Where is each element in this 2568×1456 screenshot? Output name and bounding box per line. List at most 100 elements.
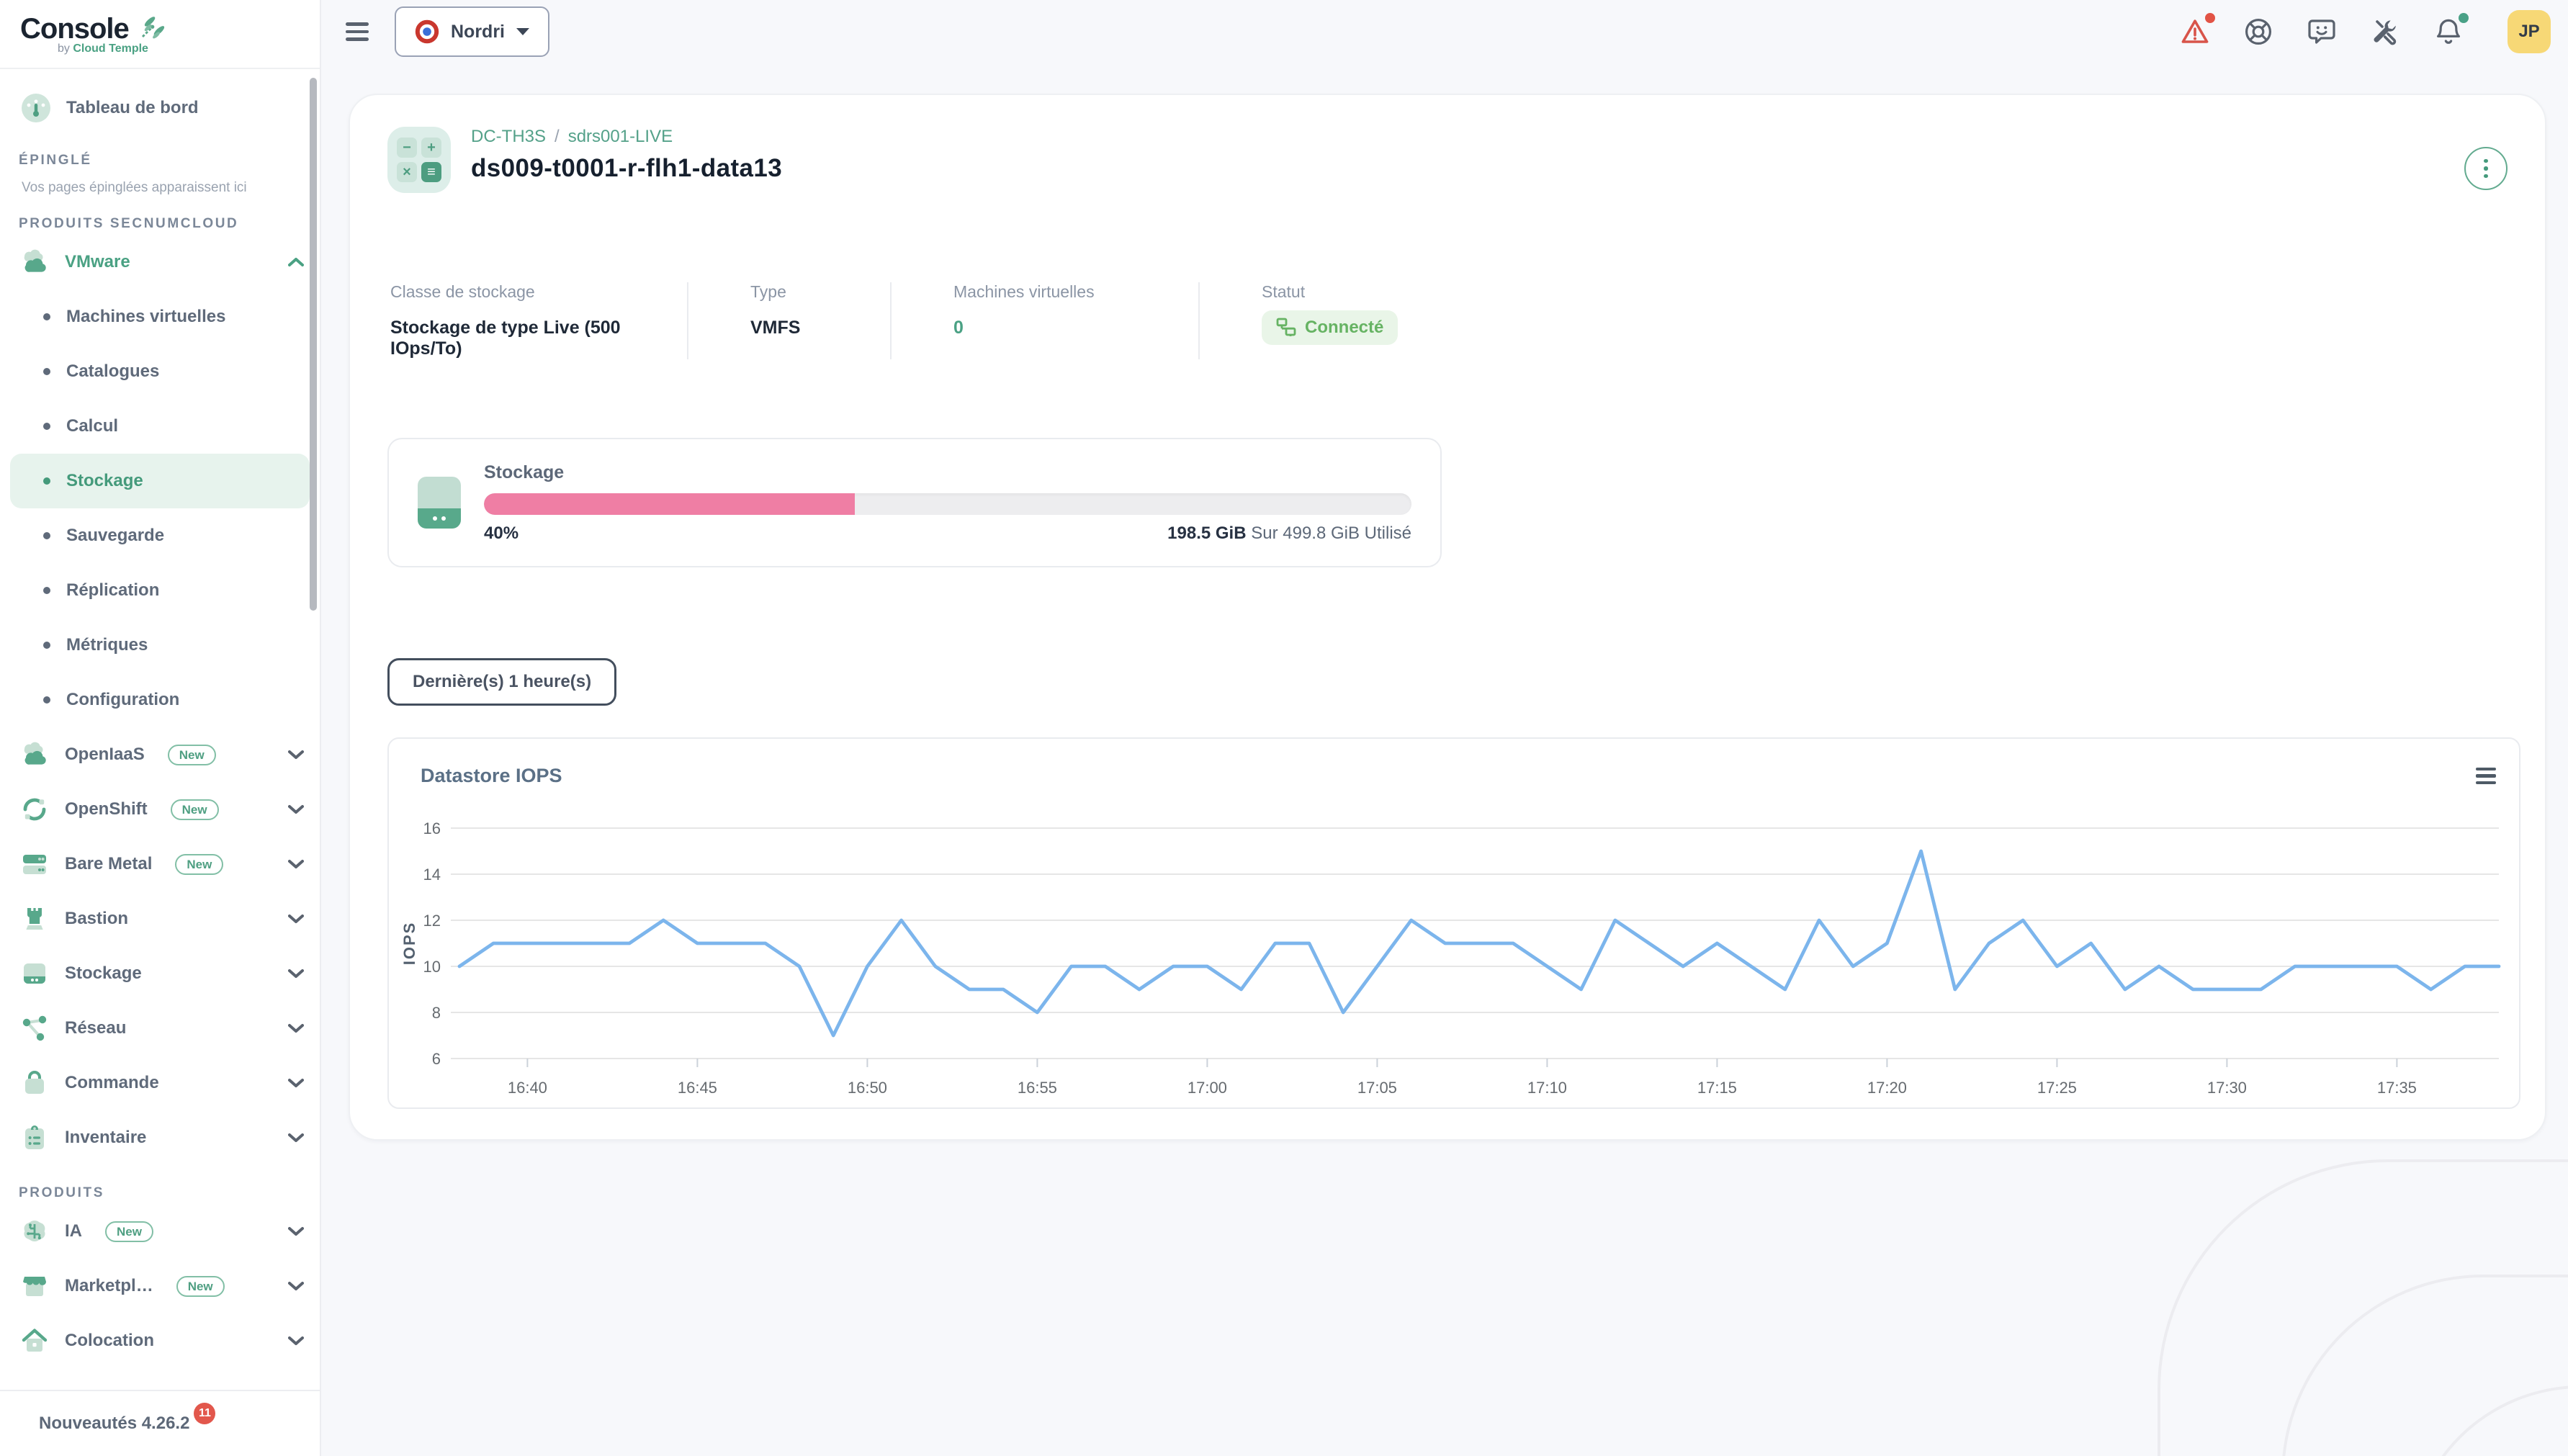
chevron-down-icon (288, 969, 304, 979)
storage-progress-fill (484, 493, 855, 515)
iops-chart: 681012141616:4016:4516:5016:5517:0017:05… (398, 805, 2510, 1100)
bullet-icon (43, 532, 50, 539)
sidebar-nav: Tableau de bord ÉPINGLÉ Vos pages épingl… (0, 69, 320, 1391)
svg-text:17:25: 17:25 (2037, 1079, 2077, 1097)
chevron-down-icon (288, 1281, 304, 1291)
brain-icon (19, 1215, 50, 1247)
sidebar-item-colocation[interactable]: Colocation (0, 1313, 320, 1368)
house-icon (19, 1325, 50, 1357)
chevron-down-icon (288, 750, 304, 760)
section-header-secnumcloud: PRODUITS SECNUMCLOUD (19, 216, 320, 232)
sidebar-item-commande[interactable]: Commande (0, 1056, 320, 1110)
svg-text:17:00: 17:00 (1188, 1079, 1227, 1097)
caret-down-icon (516, 27, 529, 36)
section-header-produits: PRODUITS (19, 1185, 320, 1201)
sidebar-item-label: Stockage (65, 963, 142, 984)
dragonfly-icon (135, 13, 166, 45)
sidebar-item-reseau[interactable]: Réseau (0, 1001, 320, 1056)
tools-icon[interactable] (2369, 16, 2401, 48)
avatar[interactable]: JP (2508, 10, 2551, 53)
sidebar-item-bastion[interactable]: Bastion (0, 891, 320, 946)
bullet-icon (43, 477, 50, 485)
section-header-pinned: ÉPINGLÉ (19, 153, 320, 168)
whats-new-button[interactable]: Nouveautés 4.26.2 11 (0, 1390, 320, 1456)
sidebar-item-bare-metal[interactable]: Bare Metal New (0, 837, 320, 891)
sidebar-item-label: Marketpl… (65, 1276, 153, 1296)
type-label: Type (750, 282, 856, 302)
storage-percent: 40% (484, 523, 518, 544)
connected-hosts-icon (1276, 318, 1296, 338)
sidebar-item-inventaire[interactable]: Inventaire (0, 1110, 320, 1165)
cocarde-icon (415, 19, 439, 44)
support-icon[interactable] (2242, 16, 2274, 48)
svg-text:17:20: 17:20 (1867, 1079, 1907, 1097)
chevron-down-icon (288, 1078, 304, 1088)
sidebar-item-machines-virtuelles[interactable]: Machines virtuelles (10, 289, 310, 344)
sidebar-item-marketplace[interactable]: Marketpl… New (0, 1259, 320, 1313)
svg-text:16: 16 (423, 819, 441, 837)
tenant-selector[interactable]: Nordri (395, 6, 549, 57)
status-label: Statut (1262, 282, 1398, 302)
sidebar-item-label: Catalogues (66, 361, 159, 382)
sidebar-item-label: Réseau (65, 1018, 126, 1038)
sidebar-item-configuration[interactable]: Configuration (10, 673, 310, 727)
bullet-icon (43, 423, 50, 430)
network-icon (19, 1012, 50, 1044)
new-badge: New (175, 854, 223, 875)
breadcrumb-current[interactable]: sdrs001-LIVE (568, 127, 673, 147)
breadcrumb-parent[interactable]: DC-TH3S (471, 127, 546, 147)
breadcrumb: DC-TH3S / sdrs001-LIVE (471, 127, 782, 147)
chevron-down-icon (288, 804, 304, 814)
notification-dot-badge (2459, 13, 2469, 23)
sidebar-item-openiaas[interactable]: OpenIaaS New (0, 727, 320, 782)
sidebar-item-label: Inventaire (65, 1128, 146, 1148)
sidebar-item-stockage-produit[interactable]: Stockage (0, 946, 320, 1001)
status-badge: Connecté (1262, 310, 1398, 345)
brand-name: Console (20, 14, 129, 43)
sidebar-item-stockage[interactable]: Stockage (10, 454, 310, 508)
chart-menu-icon[interactable] (2476, 768, 2496, 784)
svg-text:8: 8 (432, 1004, 441, 1022)
storage-box-icon (19, 958, 50, 989)
storage-usage-card: Stockage 40% 198.5 GiB Sur 499.8 GiB Uti… (387, 438, 1442, 567)
sidebar-item-label: Colocation (65, 1331, 154, 1351)
chart-title: Datastore IOPS (421, 765, 562, 787)
svg-text:17:10: 17:10 (1527, 1079, 1567, 1097)
chevron-down-icon (288, 1336, 304, 1346)
alerts-icon[interactable] (2179, 16, 2211, 48)
svg-text:17:35: 17:35 (2377, 1079, 2417, 1097)
console-app: Console by Cloud Temple (0, 0, 2568, 1456)
sidebar-item-ia[interactable]: IA New (0, 1204, 320, 1259)
sidebar-item-replication[interactable]: Réplication (10, 563, 310, 618)
sidebar-item-metriques[interactable]: Métriques (10, 618, 310, 673)
sidebar-item-label: VMware (65, 252, 130, 272)
brand-logo[interactable]: Console by Cloud Temple (0, 0, 320, 69)
bullet-icon (43, 368, 50, 375)
pinned-hint: Vos pages épinglées apparaissent ici (22, 180, 320, 196)
sidebar-item-vmware[interactable]: VMware (0, 235, 320, 289)
svg-text:10: 10 (423, 958, 441, 976)
time-range-button[interactable]: Dernière(s) 1 heure(s) (387, 658, 616, 706)
alert-dot-badge (2205, 13, 2215, 23)
sidebar-scrollbar[interactable] (310, 78, 317, 611)
sidebar-item-dashboard[interactable]: Tableau de bord (12, 84, 308, 132)
datastore-detail-card: − + × ≡ DC-TH3S / sdrs001-LIVE ds009-t00… (349, 94, 2546, 1141)
menu-icon[interactable] (346, 22, 369, 40)
whats-new-label: Nouveautés 4.26.2 (39, 1414, 189, 1434)
more-actions-button[interactable] (2464, 147, 2508, 190)
sidebar-item-label: Réplication (66, 580, 159, 601)
svg-text:12: 12 (423, 912, 441, 930)
svg-text:16:50: 16:50 (848, 1079, 887, 1097)
sidebar-item-calcul[interactable]: Calcul (10, 399, 310, 454)
feedback-icon[interactable] (2306, 16, 2338, 48)
sidebar-item-catalogues[interactable]: Catalogues (10, 344, 310, 399)
sync-arrows-icon (19, 794, 50, 825)
new-badge: New (171, 799, 219, 820)
vm-count-label: Machines virtuelles (953, 282, 1164, 302)
svg-text:17:30: 17:30 (2207, 1079, 2247, 1097)
sidebar-item-openshift[interactable]: OpenShift New (0, 782, 320, 837)
notifications-icon[interactable] (2433, 16, 2464, 48)
sidebar-item-sauvegarde[interactable]: Sauvegarde (10, 508, 310, 563)
sidebar-item-label: OpenIaaS (65, 745, 145, 765)
sidebar-item-label: Tableau de bord (66, 98, 199, 118)
